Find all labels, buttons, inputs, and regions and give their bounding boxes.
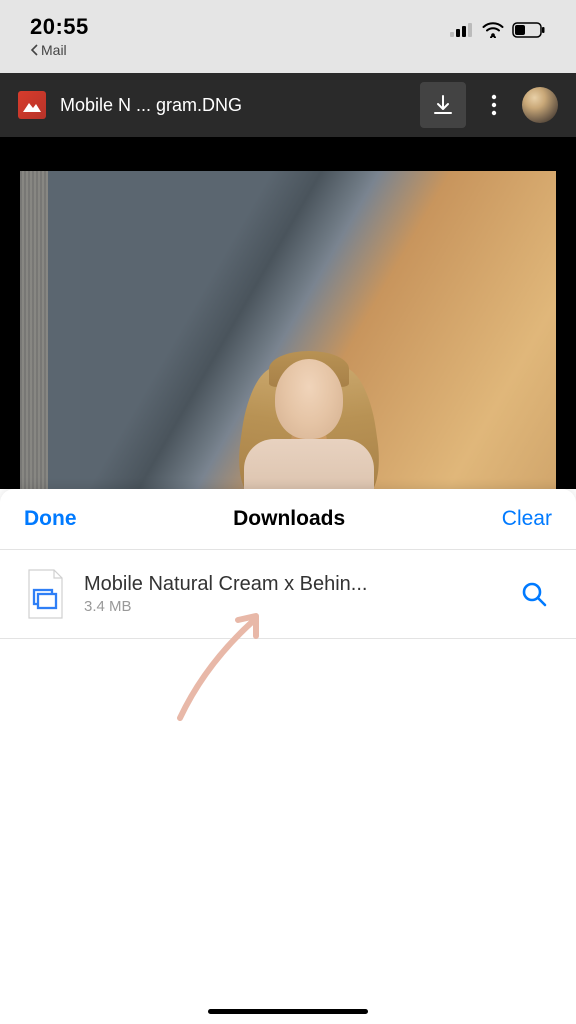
- status-icons: [450, 22, 546, 38]
- done-button[interactable]: Done: [24, 507, 77, 531]
- kebab-menu-icon: [491, 94, 497, 116]
- sheet-title: Downloads: [233, 507, 345, 531]
- document-icon: [24, 568, 66, 620]
- download-item-info: Mobile Natural Cream x Behin... 3.4 MB: [84, 573, 498, 615]
- image-file-type-icon: [18, 91, 46, 119]
- file-viewer-header: Mobile N ... gram.DNG: [0, 73, 576, 137]
- download-button[interactable]: [420, 82, 466, 128]
- divider: [0, 638, 576, 639]
- wifi-icon: [482, 22, 504, 38]
- download-item-name: Mobile Natural Cream x Behin...: [84, 573, 498, 596]
- download-icon: [432, 94, 454, 116]
- magnifying-glass-icon: [520, 580, 548, 608]
- status-time: 20:55: [30, 14, 89, 40]
- download-item-size: 3.4 MB: [84, 598, 498, 615]
- download-item[interactable]: Mobile Natural Cream x Behin... 3.4 MB: [0, 550, 576, 638]
- battery-icon: [512, 22, 546, 38]
- more-options-button[interactable]: [480, 82, 508, 128]
- home-indicator[interactable]: [208, 1009, 368, 1014]
- cellular-signal-icon: [450, 22, 474, 38]
- image-preview-area[interactable]: [0, 171, 576, 489]
- status-left: 20:55 Mail: [30, 14, 89, 58]
- status-bar: 20:55 Mail: [0, 0, 576, 73]
- status-back-to-app[interactable]: Mail: [30, 42, 89, 58]
- reveal-in-finder-button[interactable]: [516, 576, 552, 612]
- avatar[interactable]: [522, 87, 558, 123]
- back-caret-icon: [30, 44, 39, 56]
- photo-content: [20, 171, 556, 489]
- person-figure: [224, 339, 394, 489]
- clear-button[interactable]: Clear: [502, 507, 552, 531]
- back-label: Mail: [41, 42, 67, 58]
- downloads-sheet: Done Downloads Clear Mobile Natural Crea…: [0, 489, 576, 1024]
- header-filename: Mobile N ... gram.DNG: [60, 95, 406, 116]
- viewer-black-margin: [0, 137, 576, 171]
- curtain-detail: [20, 171, 48, 489]
- sheet-header: Done Downloads Clear: [0, 489, 576, 549]
